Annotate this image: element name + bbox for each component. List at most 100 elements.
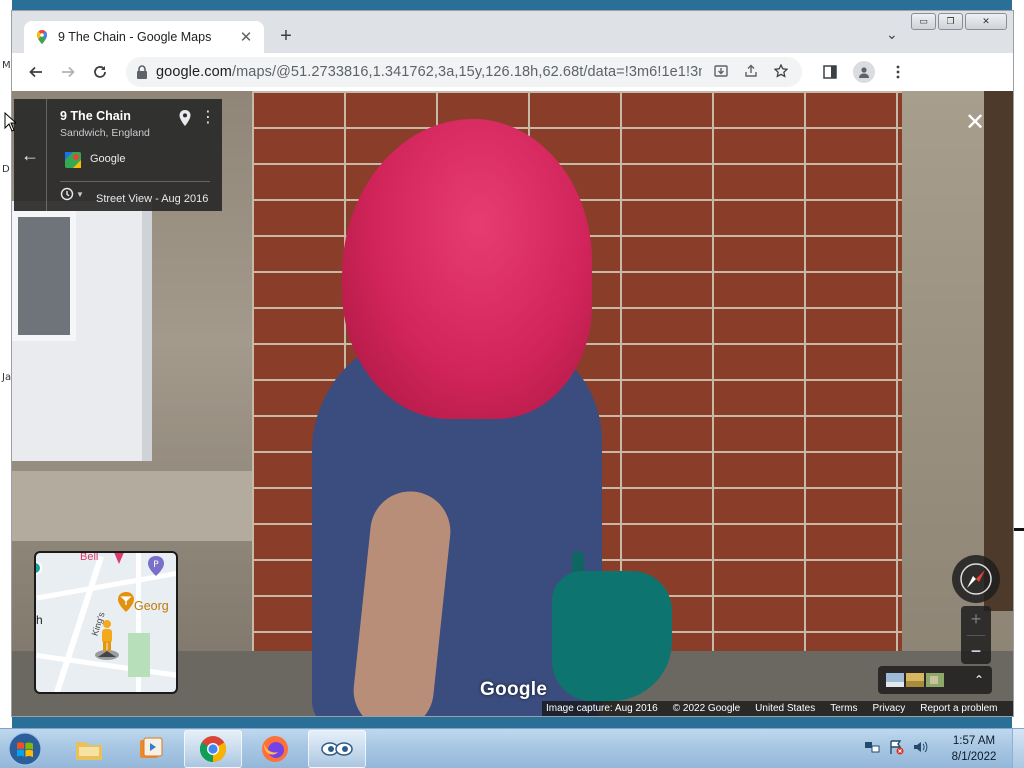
mini-map[interactable]: Bell P Georg h King's [34, 551, 178, 694]
compass-icon [960, 563, 992, 595]
street-view-viewport[interactable]: ← 9 The Chain Sandwich, England ⋮ Google… [12, 91, 1013, 716]
zoom-controls: + − [961, 606, 991, 664]
reload-icon [94, 66, 106, 78]
attribution-bar: Image capture: Aug 2016 © 2022 Google Un… [542, 701, 1013, 716]
privacy-link[interactable]: Privacy [872, 703, 905, 714]
side-panel-icon[interactable] [818, 60, 842, 84]
google-maps-icon [37, 30, 47, 44]
chrome-icon [199, 736, 227, 763]
place-info-card: ← 9 The Chain Sandwich, England ⋮ Google… [14, 99, 222, 211]
share-icon[interactable] [740, 64, 762, 81]
bar-pin-icon [118, 592, 134, 612]
person-red-hair [342, 119, 592, 419]
map-poi-dot [36, 561, 42, 575]
map-label-george: Georg [134, 599, 169, 613]
map-park [128, 633, 150, 677]
copyright-text: © 2022 Google [672, 703, 741, 714]
taskbar: 1:57 AM 8/1/2022 [0, 728, 1024, 768]
minimize-button[interactable]: ▭ [911, 13, 936, 30]
firefox-icon [262, 736, 288, 762]
street-view-history-button[interactable]: ▼ [60, 187, 94, 201]
google-maps-logo-icon [65, 152, 81, 168]
google-watermark: Google [480, 679, 548, 700]
place-title: 9 The Chain [60, 109, 131, 123]
action-center-flag-icon[interactable] [888, 739, 904, 755]
taskbar-explorer[interactable] [60, 730, 118, 768]
terms-link[interactable]: Terms [830, 703, 857, 714]
url-text: google.com/maps/@51.2733816,1.341762,3a,… [156, 64, 702, 80]
expand-thumbnails-icon[interactable]: ⌃ [974, 673, 984, 687]
card-divider [60, 181, 210, 182]
map-poi-pin-icon [114, 553, 124, 564]
menu-kebab-icon[interactable] [886, 60, 910, 84]
close-street-view-icon[interactable]: ✕ [965, 111, 985, 135]
restore-button[interactable]: ❐ [938, 13, 963, 30]
tab-search-icon[interactable]: ⌄ [886, 26, 898, 43]
bookmark-star-icon[interactable] [770, 62, 792, 81]
show-desktop-button[interactable] [1012, 729, 1024, 768]
pegman-icon[interactable] [94, 619, 120, 661]
eyes-icon [321, 742, 353, 756]
window-sill [12, 471, 262, 541]
desktop-glyph: Ja [2, 372, 12, 383]
clock-date: 8/1/2022 [951, 751, 997, 763]
history-clock-icon [60, 187, 74, 201]
street-view-date: Street View - Aug 2016 [96, 193, 209, 205]
image-capture-date: Image capture: Aug 2016 [546, 703, 658, 714]
taskbar-firefox[interactable] [246, 730, 304, 768]
thumbnail-image-icon[interactable] [926, 673, 944, 687]
tab-close-icon[interactable]: ✕ [238, 28, 254, 46]
zoom-divider [967, 634, 985, 636]
map-pin-icon[interactable] [178, 109, 192, 127]
mouse-cursor-icon [4, 112, 16, 132]
more-options-icon[interactable]: ⋮ [200, 109, 216, 127]
tab-google-maps[interactable]: 9 The Chain - Google Maps ✕ [24, 21, 264, 53]
tab-strip: 9 The Chain - Google Maps ✕ + ⌄ ▭ ❐ ✕ [12, 11, 1013, 53]
zoom-out-button[interactable]: − [971, 641, 982, 662]
volume-icon[interactable] [912, 739, 928, 755]
system-tray [864, 739, 928, 755]
reload-button[interactable] [84, 56, 116, 88]
windows-logo-icon [8, 732, 42, 766]
imagery-source: Google [90, 153, 126, 165]
window-glass [12, 211, 76, 341]
url-host: google.com [156, 64, 232, 80]
zoom-in-button[interactable]: + [971, 609, 982, 630]
arrow-left-icon: ← [21, 144, 39, 165]
compass-button[interactable] [952, 555, 1000, 603]
network-icon[interactable] [864, 739, 880, 755]
back-to-map-button[interactable]: ← [14, 99, 47, 211]
new-tab-button[interactable]: + [274, 25, 298, 47]
back-button[interactable] [20, 56, 52, 88]
map-label-h: h [36, 613, 43, 627]
clock-time: 1:57 AM [952, 735, 996, 747]
parking-pin-icon: P [148, 556, 164, 576]
url-path: /maps/@51.2733816,1.341762,3a,15y,126.18… [231, 64, 702, 80]
taskbar-media-player[interactable] [122, 730, 180, 768]
taskbar-eyes-app[interactable] [308, 730, 366, 768]
start-button[interactable] [4, 730, 46, 768]
toolbar-actions [818, 60, 910, 84]
caret-down-icon: ▼ [76, 189, 84, 199]
profile-button[interactable] [852, 60, 876, 84]
browser-toolbar: google.com/maps/@51.2733816,1.341762,3a,… [12, 53, 1013, 91]
media-player-icon [140, 737, 163, 758]
thumbnail-image-icon[interactable] [886, 673, 904, 687]
region-link[interactable]: United States [755, 703, 815, 714]
window-close-button[interactable]: ✕ [965, 13, 1007, 30]
report-problem-link[interactable]: Report a problem [920, 703, 997, 714]
thumbnail-image-icon[interactable] [906, 673, 924, 687]
wooden-door [984, 91, 1013, 611]
arrow-right-icon [62, 66, 75, 78]
avatar [853, 61, 875, 83]
lock-icon [137, 65, 147, 79]
taskbar-clock[interactable]: 1:57 AM 8/1/2022 [940, 733, 1008, 765]
taskbar-chrome[interactable] [184, 730, 242, 768]
tab-title: 9 The Chain - Google Maps [58, 30, 212, 44]
arrow-left-icon [29, 66, 42, 78]
forward-button[interactable] [52, 56, 84, 88]
teal-bag [552, 571, 672, 701]
address-bar[interactable]: google.com/maps/@51.2733816,1.341762,3a,… [126, 57, 802, 87]
install-app-icon[interactable] [710, 64, 732, 81]
imagery-thumbnails[interactable]: ⌃ [878, 666, 992, 694]
